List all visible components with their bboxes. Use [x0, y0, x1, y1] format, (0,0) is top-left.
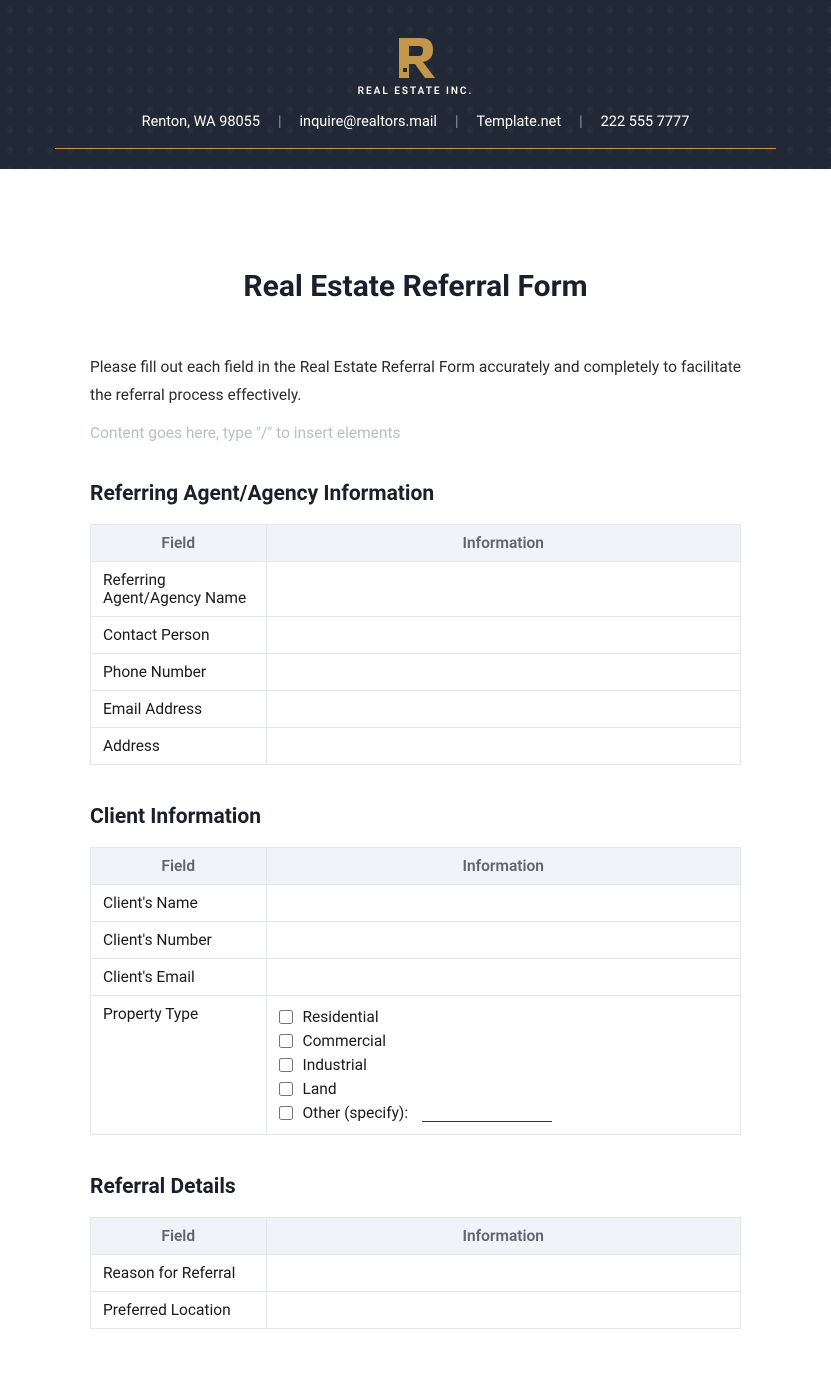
- th-info: Information: [266, 847, 741, 884]
- table-row: Address: [91, 727, 741, 764]
- header-phone: 222 555 7777: [601, 113, 690, 130]
- header-location: Renton, WA 98055: [142, 113, 260, 130]
- field-value[interactable]: [266, 727, 741, 764]
- field-label: Address: [91, 727, 267, 764]
- field-label: Client's Number: [91, 921, 267, 958]
- agent-table: Field Information Referring Agent/Agency…: [90, 524, 741, 765]
- content-placeholder[interactable]: Content goes here, type "/" to insert el…: [90, 424, 741, 442]
- checkbox-label: Commercial: [303, 1032, 387, 1050]
- field-label: Preferred Location: [91, 1291, 267, 1328]
- section-heading-client: Client Information: [90, 805, 741, 829]
- separator: |: [579, 113, 583, 130]
- company-name: REAL ESTATE INC.: [358, 86, 474, 97]
- field-label: Property Type: [91, 995, 267, 1134]
- checkbox-label: Residential: [303, 1008, 379, 1026]
- other-specify-input[interactable]: [422, 1104, 552, 1122]
- logo-icon: [389, 30, 443, 80]
- separator: |: [455, 113, 459, 130]
- field-label: Client's Name: [91, 884, 267, 921]
- th-field: Field: [91, 1217, 267, 1254]
- field-value[interactable]: [266, 690, 741, 727]
- checkbox-label: Other (specify):: [303, 1104, 409, 1122]
- property-type-cell: Residential Commercial Industrial Land O…: [266, 995, 741, 1134]
- intro-paragraph: Please fill out each field in the Real E…: [90, 354, 741, 410]
- field-value[interactable]: [266, 1291, 741, 1328]
- table-row: Contact Person: [91, 616, 741, 653]
- table-row: Client's Email: [91, 958, 741, 995]
- referral-table: Field Information Reason for Referral Pr…: [90, 1217, 741, 1329]
- page-title: Real Estate Referral Form: [90, 269, 741, 304]
- th-info: Information: [266, 524, 741, 561]
- checkbox-row: Other (specify):: [279, 1101, 729, 1125]
- field-value[interactable]: [266, 1254, 741, 1291]
- page-header: REAL ESTATE INC. Renton, WA 98055 | inqu…: [0, 0, 831, 169]
- table-row: Email Address: [91, 690, 741, 727]
- checkbox-commercial[interactable]: [279, 1034, 293, 1048]
- table-row: Property Type Residential Commercial Ind…: [91, 995, 741, 1134]
- field-value[interactable]: [266, 653, 741, 690]
- field-label: Phone Number: [91, 653, 267, 690]
- checkbox-row: Residential: [279, 1005, 729, 1029]
- checkbox-label: Land: [303, 1080, 337, 1098]
- th-field: Field: [91, 524, 267, 561]
- field-value[interactable]: [266, 561, 741, 616]
- field-label: Reason for Referral: [91, 1254, 267, 1291]
- field-value[interactable]: [266, 958, 741, 995]
- checkbox-row: Industrial: [279, 1053, 729, 1077]
- table-row: Referring Agent/Agency Name: [91, 561, 741, 616]
- separator: |: [278, 113, 282, 130]
- table-row: Preferred Location: [91, 1291, 741, 1328]
- checkbox-row: Land: [279, 1077, 729, 1101]
- checkbox-land[interactable]: [279, 1082, 293, 1096]
- checkbox-industrial[interactable]: [279, 1058, 293, 1072]
- th-info: Information: [266, 1217, 741, 1254]
- header-email: inquire@realtors.mail: [300, 113, 437, 130]
- table-row: Client's Name: [91, 884, 741, 921]
- checkbox-label: Industrial: [303, 1056, 367, 1074]
- th-field: Field: [91, 847, 267, 884]
- section-heading-agent: Referring Agent/Agency Information: [90, 482, 741, 506]
- checkbox-other[interactable]: [279, 1106, 293, 1120]
- field-label: Client's Email: [91, 958, 267, 995]
- field-label: Email Address: [91, 690, 267, 727]
- field-value[interactable]: [266, 921, 741, 958]
- table-row: Reason for Referral: [91, 1254, 741, 1291]
- document-body: Real Estate Referral Form Please fill ou…: [0, 169, 831, 1399]
- header-rule: [55, 148, 776, 149]
- checkbox-row: Commercial: [279, 1029, 729, 1053]
- header-website: Template.net: [477, 113, 562, 130]
- logo: REAL ESTATE INC.: [55, 30, 776, 97]
- contact-line: Renton, WA 98055 | inquire@realtors.mail…: [55, 113, 776, 130]
- section-heading-referral: Referral Details: [90, 1175, 741, 1199]
- field-value[interactable]: [266, 616, 741, 653]
- client-table: Field Information Client's Name Client's…: [90, 847, 741, 1135]
- table-row: Client's Number: [91, 921, 741, 958]
- table-row: Phone Number: [91, 653, 741, 690]
- field-value[interactable]: [266, 884, 741, 921]
- field-label: Referring Agent/Agency Name: [91, 561, 267, 616]
- field-label: Contact Person: [91, 616, 267, 653]
- checkbox-residential[interactable]: [279, 1010, 293, 1024]
